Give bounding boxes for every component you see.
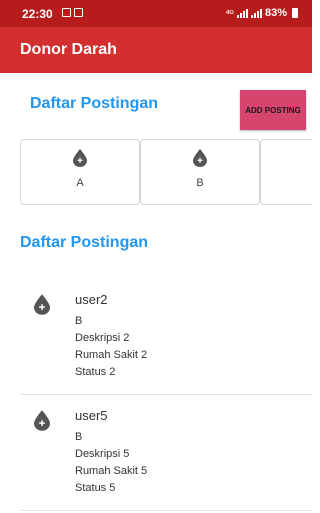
message-notification-icon [74, 8, 83, 17]
signal-icon [236, 8, 248, 18]
post-description: Deskripsi 2 [75, 332, 130, 344]
blood-drop-plus-icon [34, 410, 50, 431]
post-hospital: Rumah Sakit 5 [75, 465, 148, 477]
image-notification-icon [62, 8, 71, 17]
posts-section-title: Daftar Postingan [20, 234, 149, 251]
post-blood-type: B [75, 315, 83, 327]
status-indicators: 4G 83% [226, 7, 298, 19]
post-list-item[interactable]: user5 B Deskripsi 5 Rumah Sakit 5 Status… [20, 396, 312, 511]
blood-type-label: B [196, 177, 204, 189]
notification-icons [62, 8, 83, 17]
post-blood-type: B [75, 431, 83, 443]
blood-type-label: A [76, 177, 84, 189]
network-type-label: 4G [225, 10, 234, 16]
post-username: user2 [75, 292, 108, 307]
blood-type-card-b[interactable]: B [140, 139, 260, 205]
post-hospital: Rumah Sakit 2 [75, 349, 148, 361]
battery-percent: 83% [264, 7, 287, 19]
add-posting-button[interactable]: ADD POSTING [240, 90, 306, 130]
signal-icon-2 [250, 8, 262, 18]
battery-icon [292, 8, 298, 18]
blood-type-card-partial[interactable] [260, 139, 312, 205]
post-list-item[interactable]: user2 B Deskripsi 2 Rumah Sakit 2 Status… [20, 280, 312, 395]
blood-type-list[interactable]: A B [20, 139, 312, 207]
post-username: user5 [75, 408, 108, 423]
status-bar: 22:30 4G 83% [0, 0, 312, 27]
blood-drop-plus-icon [34, 294, 50, 315]
post-description: Deskripsi 5 [75, 448, 130, 460]
blood-drop-plus-icon [193, 149, 207, 167]
post-status: Status 2 [75, 366, 116, 378]
blood-type-card-a[interactable]: A [20, 139, 140, 205]
status-time: 22:30 [22, 7, 53, 21]
post-status: Status 5 [75, 482, 116, 494]
app-bar: Donor Darah [0, 27, 312, 73]
app-title: Donor Darah [20, 41, 117, 58]
posts-section-title-top: Daftar Postingan [30, 95, 159, 112]
blood-drop-plus-icon [73, 149, 87, 167]
